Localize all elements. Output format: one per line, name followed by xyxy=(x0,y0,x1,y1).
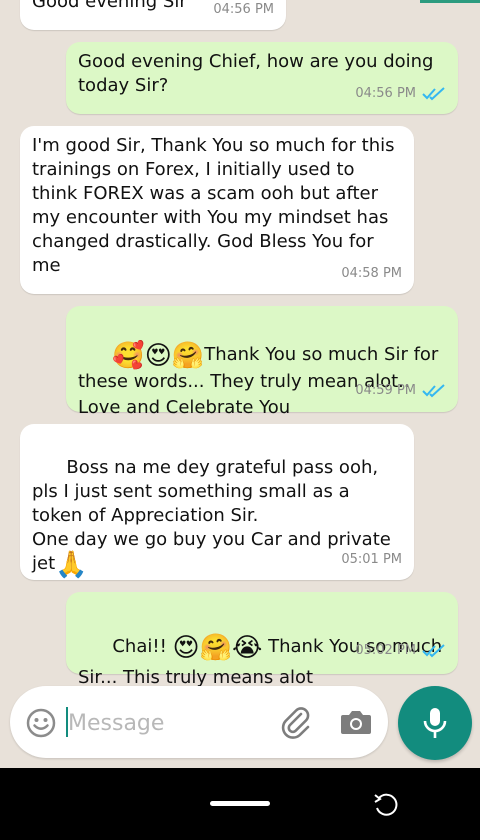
microphone-button[interactable] xyxy=(398,686,472,760)
paperclip-icon xyxy=(281,707,310,739)
message-emojis: 🥰😍🤗 xyxy=(112,341,205,371)
double-check-icon xyxy=(422,384,445,398)
message-bubble-outgoing[interactable]: 🥰😍🤗Thank You so much Sir for these words… xyxy=(66,306,458,418)
double-check-icon xyxy=(422,87,445,101)
message-meta: 04:58 PM xyxy=(341,262,402,286)
emoji-button[interactable] xyxy=(24,706,58,740)
message-bubble-incoming[interactable]: Good evening Sir 04:56 PM xyxy=(20,0,286,30)
message-meta: 05:02 PM xyxy=(355,636,446,666)
message-time: 04:58 PM xyxy=(341,266,402,281)
text-caret xyxy=(66,707,68,737)
message-meta: 04:56 PM xyxy=(355,82,446,106)
camera-button[interactable] xyxy=(338,704,374,740)
rotate-icon[interactable] xyxy=(373,792,399,818)
chat-area: Good evening Sir 04:56 PM Good evening C… xyxy=(0,0,480,768)
message-text: I'm good Sir, Thank You so much for this… xyxy=(32,135,401,276)
message-bubble-outgoing[interactable]: Good evening Chief, how are you doing to… xyxy=(66,42,458,114)
message-bubble-incoming[interactable]: I'm good Sir, Thank You so much for this… xyxy=(20,126,414,294)
message-input[interactable] xyxy=(66,706,270,740)
message-time: 04:56 PM xyxy=(355,86,416,101)
camera-icon xyxy=(341,711,371,734)
message-meta: 05:01 PM xyxy=(341,548,402,572)
message-emojis: 😍🤗😭 xyxy=(172,633,263,663)
message-meta: 04:59 PM xyxy=(355,378,446,404)
message-time: 04:59 PM xyxy=(355,383,416,398)
microphone-icon xyxy=(423,708,447,738)
attach-button[interactable] xyxy=(278,704,314,740)
message-text: Good evening Sir xyxy=(32,0,187,12)
message-text: Boss na me dey grateful pass ooh, pls I … xyxy=(32,432,402,601)
message-bubble-outgoing[interactable]: Chai!! 😍🤗😭 Thank You so much Sir... This… xyxy=(66,592,458,688)
header-edge xyxy=(420,0,480,3)
double-check-icon xyxy=(422,644,445,658)
home-pill[interactable] xyxy=(210,801,270,806)
message-meta: 04:56 PM xyxy=(213,0,274,22)
message-prefix: Chai!! xyxy=(112,636,173,657)
message-bubble-incoming[interactable]: Boss na me dey grateful pass ooh, pls I … xyxy=(20,424,414,580)
message-time: 04:56 PM xyxy=(213,2,274,17)
message-emoji: 🙏 xyxy=(55,550,88,580)
message-time: 05:01 PM xyxy=(341,552,402,567)
message-time: 05:02 PM xyxy=(355,643,416,658)
smiley-icon xyxy=(26,708,56,738)
